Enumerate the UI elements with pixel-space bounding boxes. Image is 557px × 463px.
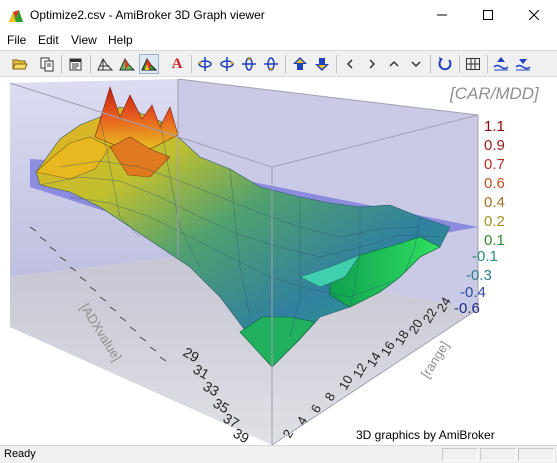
move-left-icon (346, 59, 353, 69)
z-tick-label: -0.1 (472, 248, 498, 265)
zoom-out-button[interactable] (312, 54, 332, 74)
plane-down-icon (515, 59, 531, 71)
status-pane (442, 448, 478, 461)
grid-icon (466, 58, 480, 70)
wireframe-mode-icon (97, 57, 113, 71)
toolbar-separator (191, 55, 192, 73)
move-right-button[interactable] (362, 54, 382, 74)
toolbar-separator (336, 55, 337, 73)
zoom-out-icon (315, 58, 329, 71)
solid-mode-icon (141, 57, 157, 71)
reset-view-icon (438, 57, 452, 71)
z-tick-label: 0.9 (484, 137, 505, 154)
properties-button[interactable] (66, 54, 86, 74)
labels-button[interactable]: A (167, 54, 187, 74)
menu-file[interactable]: File (7, 33, 26, 47)
toolbar-separator (430, 55, 431, 73)
minimize-icon (437, 14, 447, 16)
status-pane (480, 448, 516, 461)
labels-icon: A (171, 55, 183, 72)
open-folder-icon (12, 59, 28, 70)
reset-view-button[interactable] (435, 54, 455, 74)
3d-graph-canvas[interactable]: [CAR/MDD] 1.1 0.9 0.7 0.6 0.4 0.2 0.1 -0… (0, 77, 557, 445)
move-down-icon (411, 61, 421, 68)
z-tick-label: -0.3 (466, 267, 492, 284)
rotate-left-icon (198, 57, 212, 71)
close-button[interactable] (511, 0, 557, 30)
rotate-down-icon (264, 57, 278, 71)
move-down-button[interactable] (406, 54, 426, 74)
menu-help[interactable]: Help (108, 33, 133, 47)
solid-button[interactable] (139, 54, 159, 74)
zoom-in-icon (293, 57, 307, 70)
z-tick-label: 0.2 (484, 213, 505, 230)
graph-viewport[interactable]: [CAR/MDD] 1.1 0.9 0.7 0.6 0.4 0.2 0.1 -0… (0, 77, 557, 445)
move-right-icon (369, 59, 376, 69)
rotate-down-button[interactable] (261, 54, 281, 74)
window-title: Optimize2.csv - AmiBroker 3D Graph viewe… (30, 8, 265, 22)
minimize-button[interactable] (419, 0, 465, 30)
move-up-icon (389, 60, 399, 67)
graph-credit: 3D graphics by AmiBroker (356, 428, 495, 442)
plane-down-button[interactable] (513, 54, 533, 74)
z-tick-label: -0.6 (454, 300, 480, 317)
toolbar-separator (61, 55, 62, 73)
z-axis-title: [CAR/MDD] (449, 84, 540, 103)
rotate-left-button[interactable] (195, 54, 215, 74)
toolbar-separator (90, 55, 91, 73)
toolbar-separator (487, 55, 488, 73)
menu-edit[interactable]: Edit (38, 33, 59, 47)
properties-icon (69, 58, 82, 71)
title-bar: Optimize2.csv - AmiBroker 3D Graph viewe… (0, 0, 557, 30)
maximize-icon (483, 10, 493, 20)
rotate-right-icon (220, 57, 234, 71)
move-up-button[interactable] (384, 54, 404, 74)
toolbar-separator (459, 55, 460, 73)
toolbar-separator (285, 55, 286, 73)
z-tick-label: 1.1 (484, 118, 505, 135)
z-tick-label: -0.4 (460, 284, 486, 301)
copy-button[interactable] (37, 54, 57, 74)
z-tick-label: 0.7 (484, 156, 505, 173)
shaded-mode-icon (119, 57, 135, 71)
zoom-in-button[interactable] (290, 54, 310, 74)
rotate-right-button[interactable] (217, 54, 237, 74)
plane-up-button[interactable] (491, 54, 511, 74)
wireframe-button[interactable] (95, 54, 115, 74)
z-tick-label: 0.6 (484, 175, 505, 192)
status-pane (518, 448, 554, 461)
copy-icon (40, 57, 54, 72)
z-tick-label: 0.1 (484, 232, 505, 249)
amibroker-app-icon (9, 10, 23, 22)
toolbar: A (0, 50, 557, 77)
open-button[interactable] (10, 54, 30, 74)
move-left-button[interactable] (340, 54, 360, 74)
menu-view[interactable]: View (71, 33, 97, 47)
menu-bar: File Edit View Help (0, 30, 557, 50)
status-text: Ready (4, 448, 36, 460)
grid-button[interactable] (463, 54, 483, 74)
shaded-button[interactable] (117, 54, 137, 74)
plane-up-icon (493, 57, 509, 71)
rotate-up-button[interactable] (239, 54, 259, 74)
close-icon (529, 10, 539, 20)
z-tick-label: 0.4 (484, 194, 505, 211)
rotate-up-icon (242, 57, 256, 71)
status-bar: Ready (0, 445, 557, 463)
maximize-button[interactable] (465, 0, 511, 30)
